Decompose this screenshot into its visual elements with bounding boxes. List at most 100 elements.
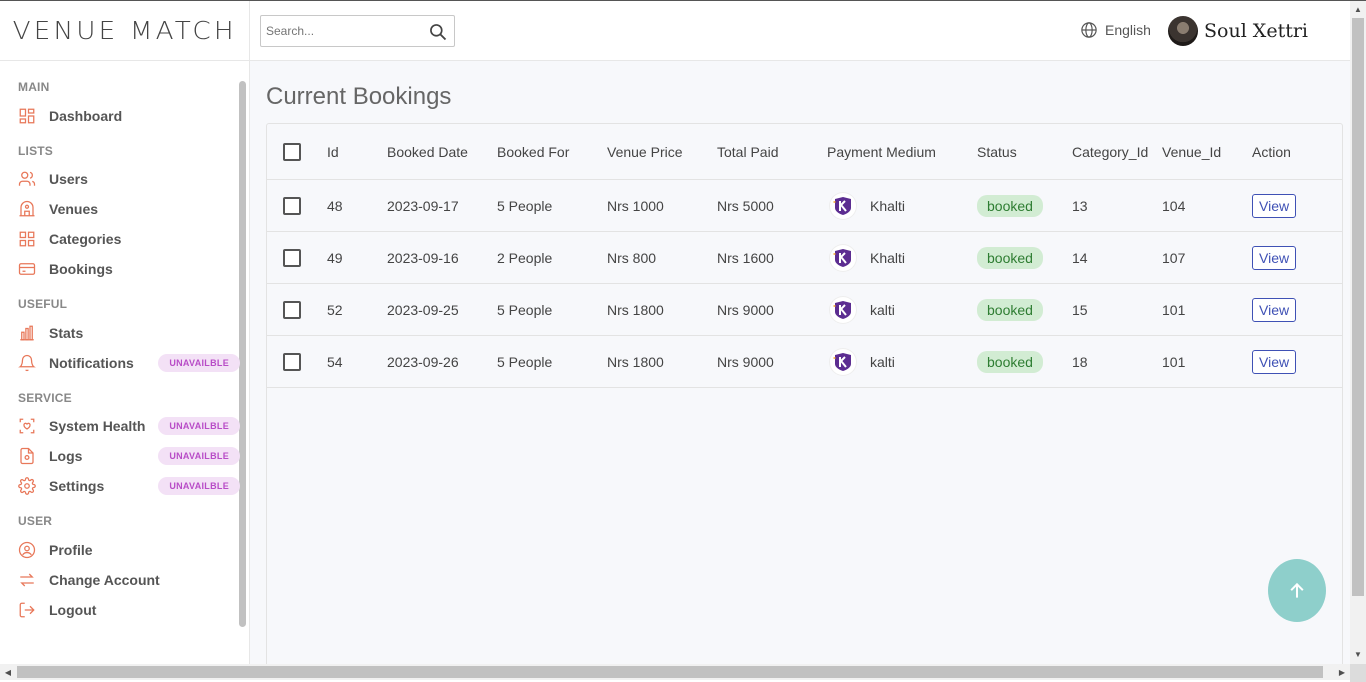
table-row[interactable]: 52 2023-09-25 5 People Nrs 1800 Nrs 9000… [267,284,1342,336]
khalti-icon [830,348,856,375]
section-title-user: USER [18,514,53,528]
table-row[interactable]: 54 2023-09-26 5 People Nrs 1800 Nrs 9000… [267,336,1342,388]
column-header[interactable]: Venue Price [607,124,683,179]
section-title-lists: LISTS [18,144,54,158]
row-checkbox[interactable] [283,248,301,267]
cell-status: booked [977,180,1043,231]
scroll-left-arrow-icon[interactable]: ◀ [0,664,16,680]
sidebar-item-users[interactable]: Users [18,166,240,192]
sidebar-item-logout[interactable]: Logout [18,597,240,623]
user-menu[interactable]: Soul Xettri [1168,16,1308,46]
scroll-down-arrow-icon[interactable]: ▼ [1350,646,1366,662]
sidebar-item-label: Settings [49,478,105,494]
status-badge: UNAVAILBLE [158,417,240,435]
column-header[interactable]: Booked Date [387,124,468,179]
cell-payment-medium: Khalti [830,232,905,283]
scroll-up-arrow-icon[interactable]: ▲ [1350,1,1366,17]
sidebar-item-change-account[interactable]: Change Account [18,567,240,593]
status-badge: booked [977,350,1043,373]
cell-venue-id: 104 [1162,197,1186,214]
swap-arrows-icon [18,571,36,589]
payment-medium-label: Khalti [870,197,906,214]
view-button[interactable]: View [1252,297,1297,322]
vertical-scrollbar[interactable]: ▲ ▼ [1350,1,1366,664]
column-header[interactable]: Status [977,124,1017,179]
sidebar: VENUE MATCH MAIN Dashboard LISTS Users V… [0,1,250,664]
bookings-table: Id Booked Date Booked For Venue Price To… [266,123,1343,668]
row-checkbox[interactable] [283,196,301,215]
select-all-cell [283,124,301,179]
sidebar-item-settings[interactable]: Settings UNAVAILBLE [18,473,240,499]
row-checkbox[interactable] [283,352,301,371]
sidebar-item-stats[interactable]: Stats [18,320,240,346]
khalti-icon [830,192,856,219]
globe-icon [1081,22,1097,38]
select-all-checkbox[interactable] [283,142,301,161]
row-select-cell [283,336,301,387]
cell-id: 48 [327,197,343,214]
brand-logo[interactable]: VENUE MATCH [0,1,250,61]
cell-venue-price: Nrs 1800 [607,301,664,318]
column-header[interactable]: Id [327,124,339,179]
sidebar-item-dashboard[interactable]: Dashboard [18,103,240,129]
sidebar-item-label: Logout [49,602,97,618]
cell-venue-id: 101 [1162,301,1186,318]
scroll-to-top-button[interactable] [1268,559,1326,622]
section-title-useful: USEFUL [18,297,68,311]
row-select-cell [283,180,301,231]
dashboard-icon [18,107,36,125]
payment-medium-label: kalti [870,353,895,370]
status-badge: UNAVAILBLE [158,354,240,372]
status-badge: UNAVAILBLE [158,477,240,495]
cell-venue-id: 107 [1162,249,1186,266]
search-icon[interactable] [428,22,448,42]
bar-chart-icon [18,324,36,342]
page-title: Current Bookings [266,83,452,110]
cell-category-id: 13 [1072,197,1088,214]
cell-booked-for: 5 People [497,353,553,370]
view-button[interactable]: View [1252,193,1297,218]
column-header[interactable]: Payment Medium [827,124,936,179]
row-select-cell [283,284,301,335]
sidebar-item-label: Stats [49,325,84,341]
sidebar-item-label: Change Account [49,572,160,588]
cell-total-paid: Nrs 9000 [717,353,774,370]
khalti-icon [830,296,856,323]
sidebar-item-notifications[interactable]: Notifications UNAVAILBLE [18,350,240,376]
log-file-icon [18,447,36,465]
cell-category-id: 15 [1072,301,1088,318]
table-row[interactable]: 48 2023-09-17 5 People Nrs 1000 Nrs 5000… [267,180,1342,232]
sidebar-item-bookings[interactable]: Bookings [18,256,240,282]
horizontal-scrollbar[interactable]: ◀ ▶ [0,664,1350,680]
language-label: English [1105,22,1151,38]
cell-booked-date: 2023-09-26 [387,353,459,370]
sidebar-item-label: Dashboard [49,108,123,124]
cell-booked-date: 2023-09-25 [387,301,459,318]
sidebar-item-categories[interactable]: Categories [18,226,240,252]
column-header[interactable]: Total Paid [717,124,778,179]
scroll-right-arrow-icon[interactable]: ▶ [1334,664,1350,680]
column-header[interactable]: Category_Id [1072,124,1148,179]
sidebar-item-profile[interactable]: Profile [18,537,240,563]
column-header[interactable]: Venue_Id [1162,124,1221,179]
venue-icon [18,200,36,218]
column-header[interactable]: Booked For [497,124,569,179]
sidebar-item-logs[interactable]: Logs UNAVAILBLE [18,443,240,469]
section-title-service: SERVICE [18,391,72,405]
logo-text: VENUE MATCH [12,16,238,45]
row-checkbox[interactable] [283,300,301,319]
vertical-scroll-thumb[interactable] [1352,18,1364,596]
sidebar-item-system-health[interactable]: System Health UNAVAILBLE [18,413,240,439]
view-button[interactable]: View [1252,349,1297,374]
cell-status: booked [977,336,1043,387]
horizontal-scroll-thumb[interactable] [17,666,1323,678]
sidebar-item-label: Categories [49,231,122,247]
search-input[interactable] [261,24,421,38]
table-row[interactable]: 49 2023-09-16 2 People Nrs 800 Nrs 1600 … [267,232,1342,284]
cell-total-paid: Nrs 9000 [717,301,774,318]
sidebar-scrollbar[interactable] [239,81,246,627]
sidebar-item-label: Notifications [49,355,134,371]
language-selector[interactable]: English [1080,21,1151,39]
sidebar-item-venues[interactable]: Venues [18,196,240,222]
view-button[interactable]: View [1252,245,1297,270]
